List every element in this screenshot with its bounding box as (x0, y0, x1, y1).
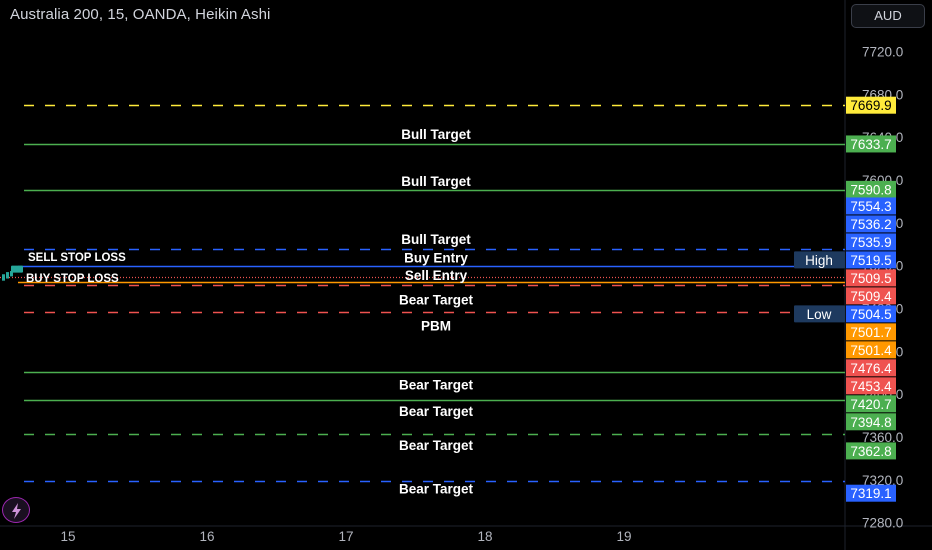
level-annotation-label: Bear Target (399, 378, 474, 393)
level-annotation-label: Bear Target (399, 404, 474, 419)
level-annotation-label: Bear Target (399, 481, 474, 496)
price-axis-tick-label: 7720.0 (862, 45, 903, 60)
price-tag-label: 7453.4 (850, 379, 892, 394)
level-annotation-label: Bull Target (401, 232, 471, 247)
price-tag-label: 7319.1 (850, 486, 891, 501)
price-tag-label: 7519.5 (850, 253, 891, 268)
time-axis-tick-label: 16 (199, 529, 214, 544)
price-tag-label: 7509.4 (850, 289, 892, 304)
price-tag-label: 7535.9 (850, 235, 891, 250)
price-tag-label: 7501.7 (850, 325, 891, 340)
level-annotation-label: Buy Entry (404, 251, 468, 266)
level-annotation-label: Sell Entry (405, 268, 468, 283)
currency-button[interactable]: AUD (851, 4, 925, 28)
price-tag-label: 7501.4 (850, 343, 892, 358)
time-axis-tick-label: 15 (60, 529, 75, 544)
price-tag-label: 7536.2 (850, 217, 891, 232)
price-tag-label: 7420.7 (850, 397, 891, 412)
side-label-low: Low (807, 307, 832, 322)
price-tag-label: 7633.7 (850, 137, 891, 152)
time-axis-tick-label: 17 (338, 529, 353, 544)
level-annotation-label: Bull Target (401, 127, 471, 142)
time-axis-tick-label: 18 (477, 529, 492, 544)
heikin-ashi-candle (2, 274, 5, 281)
chart-title: Australia 200, 15, OANDA, Heikin Ashi (10, 6, 271, 23)
lightning-icon[interactable] (2, 497, 30, 523)
stop-loss-label: SELL STOP LOSS (28, 252, 126, 264)
price-tag-label: 7669.9 (850, 98, 891, 113)
price-tag-label: 7554.3 (850, 199, 891, 214)
level-annotation-label: Bull Target (401, 174, 471, 189)
side-label-high: High (805, 253, 833, 268)
heikin-ashi-candle (6, 272, 9, 279)
flag-marker-icon (11, 265, 23, 273)
level-annotation-label: Bear Target (399, 292, 474, 307)
price-tag-label: 7394.8 (850, 415, 891, 430)
level-annotation-label: PBM (421, 319, 451, 334)
price-tag-label: 7509.5 (850, 271, 891, 286)
stop-loss-label: BUY STOP LOSS (26, 273, 119, 285)
price-tag-label: 7362.8 (850, 444, 891, 459)
price-axis-tick-label: 7280.0 (862, 516, 903, 531)
level-annotation-label: Bear Target (399, 438, 474, 453)
time-axis-tick-label: 19 (616, 529, 631, 544)
price-tag-label: 7476.4 (850, 361, 892, 376)
price-tag-label: 7504.5 (850, 307, 891, 322)
price-tag-label: 7590.8 (850, 182, 891, 197)
price-chart[interactable]: 7720.07680.07640.07600.07560.07520.07480… (0, 0, 932, 550)
